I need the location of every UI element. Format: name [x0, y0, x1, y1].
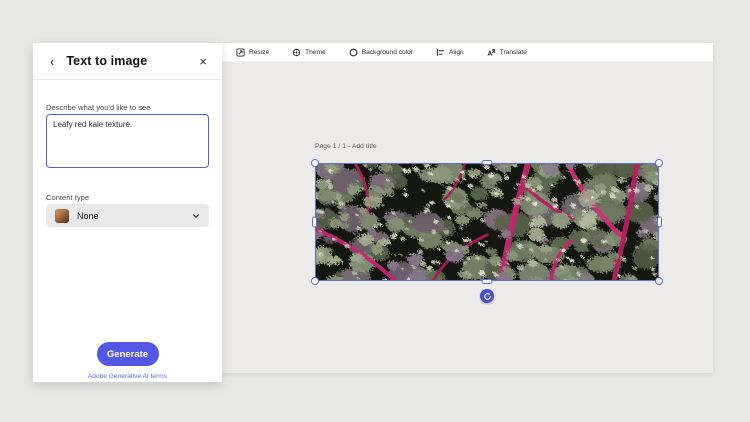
align-label: Align [449, 48, 464, 56]
selected-image-kale[interactable] [311, 159, 663, 303]
translate-icon [487, 48, 496, 57]
resize-handle-bottom[interactable] [481, 279, 493, 284]
terms-link[interactable]: Adobe Generative AI terms [33, 373, 222, 380]
back-button[interactable]: ‹ [48, 55, 56, 68]
rotate-icon [483, 292, 492, 301]
content-type-thumbnail [55, 208, 69, 223]
text-to-image-panel: ‹ Text to image × Describe what you'd li… [33, 43, 222, 382]
resize-handle-left[interactable] [312, 216, 317, 228]
panel-title: Text to image [66, 54, 148, 68]
align-icon [436, 48, 445, 57]
resize-handle-top-left[interactable] [311, 159, 319, 167]
panel-header: ‹ Text to image × [33, 43, 222, 80]
prompt-input[interactable]: Leafy red kale texture. [46, 114, 209, 168]
resize-handle-top[interactable] [481, 160, 493, 165]
resize-handle-right[interactable] [657, 216, 662, 228]
align-button[interactable]: Align [436, 48, 464, 57]
translate-button[interactable]: Translate [487, 48, 527, 57]
close-button[interactable]: × [199, 55, 207, 68]
theme-icon [292, 48, 301, 57]
background-color-button[interactable]: Background color [349, 48, 413, 57]
kale-photo [315, 163, 659, 281]
content-type-label: Content type [46, 193, 90, 202]
resize-label: Resize [249, 48, 270, 56]
resize-handle-bottom-left[interactable] [311, 277, 319, 285]
resize-handle-top-right[interactable] [655, 159, 663, 167]
generate-button[interactable]: Generate [96, 342, 159, 366]
content-type-dropdown[interactable]: None [46, 204, 209, 227]
content-type-value: None [77, 210, 99, 221]
canvas-toolbar: Resize Theme Background color Align Tran… [222, 43, 713, 62]
chevron-down-icon [192, 212, 200, 220]
background-color-icon [349, 48, 358, 57]
theme-button[interactable]: Theme [292, 48, 326, 57]
background-color-label: Background color [361, 48, 414, 56]
page-label[interactable]: Page 1 / 1 - Add title [315, 143, 377, 150]
theme-label: Theme [305, 48, 326, 56]
translate-label: Translate [499, 48, 527, 56]
workspace: Resize Theme Background color Align Tran… [222, 43, 713, 373]
prompt-label: Describe what you'd like to see [46, 103, 151, 112]
resize-handle-bottom-right[interactable] [655, 277, 663, 285]
resize-icon [236, 47, 245, 57]
resize-button[interactable]: Resize [236, 47, 270, 57]
rotate-handle[interactable] [480, 289, 494, 303]
